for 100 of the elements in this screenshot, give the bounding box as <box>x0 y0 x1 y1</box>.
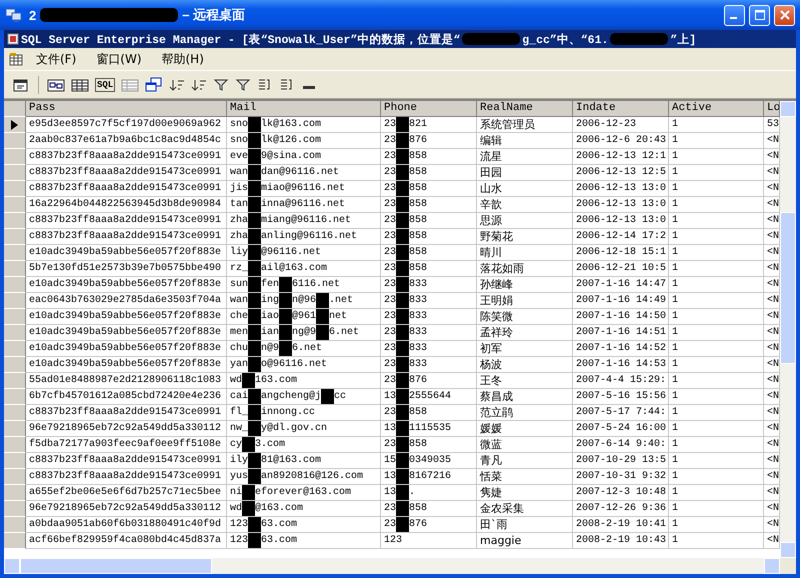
redaction-bar <box>279 293 292 308</box>
redaction-bar <box>321 389 334 404</box>
column-header[interactable]: Phone <box>381 101 477 117</box>
minimize-button[interactable] <box>724 4 745 26</box>
redaction-bar <box>248 181 262 196</box>
menu-item[interactable]: 文件(F) <box>28 48 84 70</box>
redaction-bar <box>248 357 262 372</box>
cell-text: tan <box>230 198 248 212</box>
cell-text: 23 <box>384 374 396 388</box>
table-cell: e10adc3949ba59abbe56e057f20f883e <box>26 309 227 325</box>
redaction-bar <box>396 165 410 180</box>
column-header[interactable]: Pass <box>26 101 227 117</box>
table-cell: 1 <box>669 261 764 277</box>
cell-text: innong.cc <box>261 406 316 420</box>
redaction-bar <box>248 293 262 308</box>
cell-text: 23 <box>384 134 396 148</box>
grid-pane-icon[interactable] <box>71 76 89 92</box>
document-title: ”上] <box>670 32 696 46</box>
table-cell: c8837b23ff8aaa8a2dde915473ce0991 <box>26 181 227 197</box>
vertical-scrollbar[interactable] <box>780 101 796 558</box>
corner-header[interactable] <box>4 101 26 117</box>
table-cell: 2aab0c837e61a7b9a6bc1c8ac9d4854c <box>26 133 227 149</box>
column-header[interactable]: Indate <box>573 101 669 117</box>
redaction-bar <box>396 517 410 532</box>
table-cell: 2007-6-14 9:40: <box>573 437 669 453</box>
maximize-button[interactable] <box>749 4 770 26</box>
cell-text: zha <box>230 214 248 228</box>
sql-pane-button[interactable]: SQL <box>95 78 116 92</box>
filter-icon[interactable] <box>213 76 230 92</box>
cell-text: ni <box>230 486 242 500</box>
cell-text: 23 <box>384 518 396 532</box>
cell-text: n@96 <box>292 294 316 308</box>
menu-item[interactable]: 窗口(W) <box>88 48 150 70</box>
redaction-bar <box>248 165 262 180</box>
table-cell: e10adc3949ba59abbe56e057f20f883e <box>26 357 227 373</box>
table-cell: c8837b23ff8aaa8a2dde915473ce0991 <box>26 405 227 421</box>
redaction-bar <box>396 357 410 372</box>
menu-item[interactable]: 帮助(H) <box>154 48 212 70</box>
row-selector[interactable] <box>4 117 26 133</box>
cell-text: 123 <box>230 534 248 548</box>
close-button[interactable] <box>774 4 795 26</box>
table-cell: 1 <box>669 245 764 261</box>
minimize-icon <box>730 17 737 19</box>
table-cell: 1 <box>669 421 764 437</box>
table-cell: 田园 <box>477 165 573 181</box>
window-title: – 远程桌面 <box>182 6 246 24</box>
cell-text: net <box>329 310 348 324</box>
window-cascade-icon[interactable] <box>145 76 164 92</box>
table-cell: f5dba72177a903feec9af0ee9ff5108e <box>26 437 227 453</box>
redaction-bar <box>248 533 262 548</box>
properties-icon[interactable] <box>12 76 30 92</box>
redaction-bar <box>396 149 410 164</box>
cell-text: 858 <box>409 246 428 260</box>
cell-text: inna@96116.net <box>261 198 346 212</box>
cell-text: wd <box>230 502 242 516</box>
table-cell: 1 <box>669 453 764 469</box>
cell-text: 858 <box>409 214 428 228</box>
table-cell: 2007-4-4 15:29: <box>573 373 669 389</box>
column-header[interactable]: Active <box>669 101 764 117</box>
table-cell: 123 <box>381 533 477 549</box>
cell-text: 858 <box>409 406 428 420</box>
redaction-bar <box>316 309 330 324</box>
cell-text: ng@9 <box>292 326 316 340</box>
table-cell: 2006-12-13 13:0 <box>573 213 669 229</box>
table-icon <box>8 51 24 67</box>
redaction-bar <box>279 277 292 292</box>
redaction-bar <box>242 501 256 516</box>
diagram-pane-icon[interactable] <box>47 76 65 92</box>
redaction-bar <box>396 133 410 148</box>
column-header[interactable]: Mail <box>227 101 381 117</box>
cell-text: 63.com <box>261 534 298 548</box>
cell-text: ian <box>261 326 280 340</box>
table-cell: c8837b23ff8aaa8a2dde915473ce0991 <box>26 453 227 469</box>
redaction-bar <box>242 373 256 388</box>
results-pane-icon[interactable] <box>121 76 140 92</box>
table-cell: c8837b23ff8aaa8a2dde915473ce0991 <box>26 213 227 229</box>
table-cell: 1 <box>669 229 764 245</box>
table-cell: 编辑 <box>477 133 573 149</box>
table-cell: 金农采集 <box>477 501 573 517</box>
table-cell: 2006-12-23 <box>573 117 669 133</box>
cell-text: yan <box>230 358 248 372</box>
redaction-bar <box>396 421 410 436</box>
table-cell: 2007-5-24 16:00 <box>573 421 669 437</box>
cell-text: wd <box>230 374 242 388</box>
redaction-bar <box>248 229 262 244</box>
table-cell: e10adc3949ba59abbe56e057f20f883e <box>26 277 227 293</box>
table-cell: 2007-1-16 14:50 <box>573 309 669 325</box>
table-cell: 孟祥玲 <box>477 325 573 341</box>
table-cell: 杨波 <box>477 357 573 373</box>
redaction-bar <box>396 341 410 356</box>
cell-text: 821 <box>409 118 428 132</box>
redaction-bar <box>248 517 262 532</box>
column-header[interactable]: RealName <box>477 101 573 117</box>
table-cell: 2007-10-31 9:32 <box>573 469 669 485</box>
filter-icon[interactable] <box>235 76 252 92</box>
cell-text: lk@126.com <box>261 134 322 148</box>
redaction-bar <box>248 197 262 212</box>
horizontal-scrollbar[interactable] <box>4 558 796 574</box>
table-cell: 2006-12-13 13:0 <box>573 181 669 197</box>
cell-text: 23 <box>384 230 396 244</box>
